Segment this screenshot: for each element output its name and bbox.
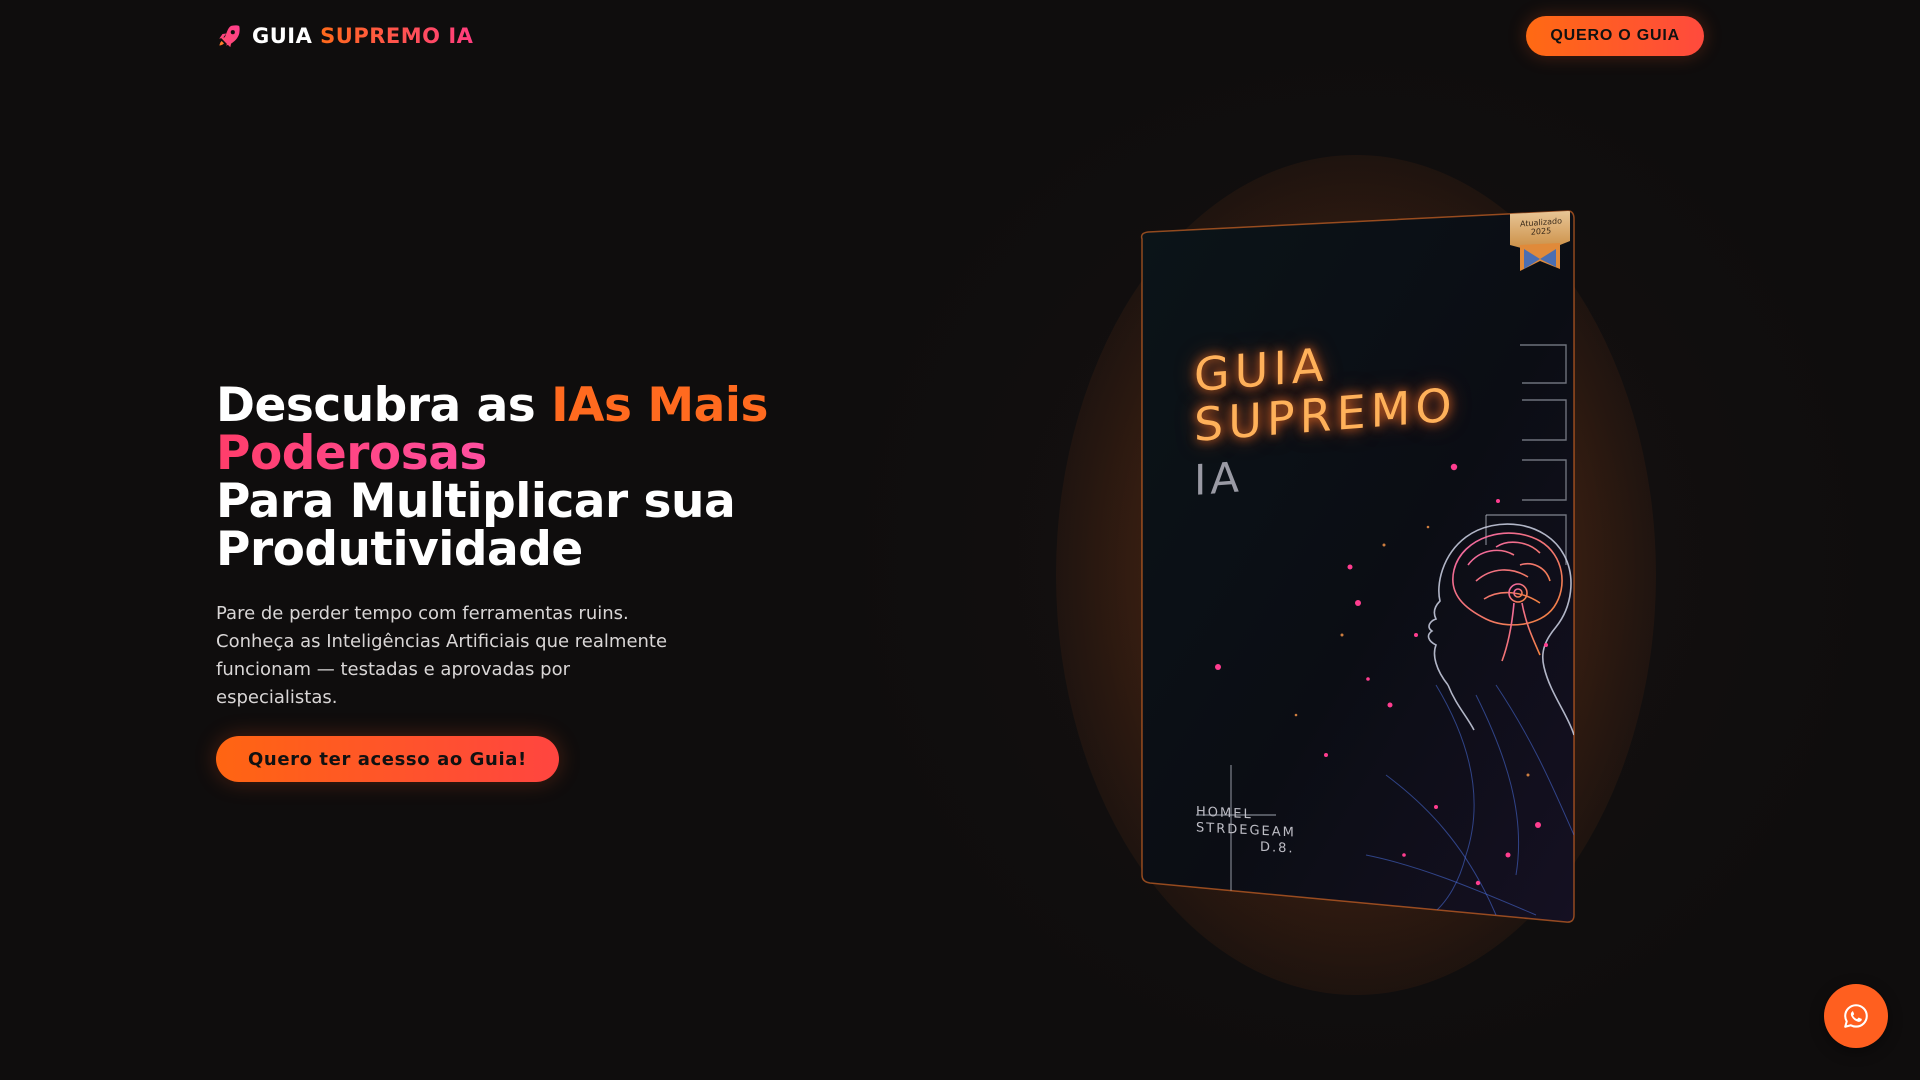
book-author-line-3: D.8.	[1260, 839, 1295, 857]
whatsapp-icon	[1844, 1004, 1868, 1028]
headline-part-1: Descubra as	[216, 378, 536, 433]
hero-cta-button[interactable]: Quero ter acesso ao Guia!	[216, 736, 559, 782]
whatsapp-button[interactable]	[1824, 984, 1888, 1048]
headline-part-4: Produtividade	[216, 522, 583, 577]
header-cta-button[interactable]: QUERO O GUIA	[1526, 16, 1704, 56]
site-header: GUIA SUPREMO IA QUERO O GUIA	[216, 16, 1704, 56]
book-author: HOMEL STRDEGEAM D.8.	[1196, 804, 1296, 857]
landing-page: GUIA SUPREMO IA QUERO O GUIA Descubra as…	[0, 0, 1920, 1080]
book-title: GUIA SUPREMO IA	[1194, 329, 1457, 508]
headline-accent-2: Poderosas	[216, 426, 487, 481]
rocket-icon	[219, 25, 240, 48]
brand-logo[interactable]: GUIA SUPREMO IA	[216, 23, 473, 49]
brand-name-main: GUIA	[252, 24, 313, 48]
brand-name-accent: SUPREMO IA	[320, 24, 474, 48]
hero-section: Descubra as IAs Mais Poderosas Para Mult…	[216, 382, 816, 782]
book-cover-image: GUIA SUPREMO IA Atualizado 2025 HOMEL ST…	[1056, 155, 1656, 995]
hero-description: Pare de perder tempo com ferramentas rui…	[216, 603, 668, 708]
brand-name: GUIA SUPREMO IA	[252, 24, 473, 48]
hero-headline: Descubra as IAs Mais Poderosas Para Mult…	[216, 382, 816, 574]
headline-accent-1: IAs Mais	[551, 378, 768, 433]
headline-part-3: Para Multiplicar sua	[216, 474, 736, 529]
